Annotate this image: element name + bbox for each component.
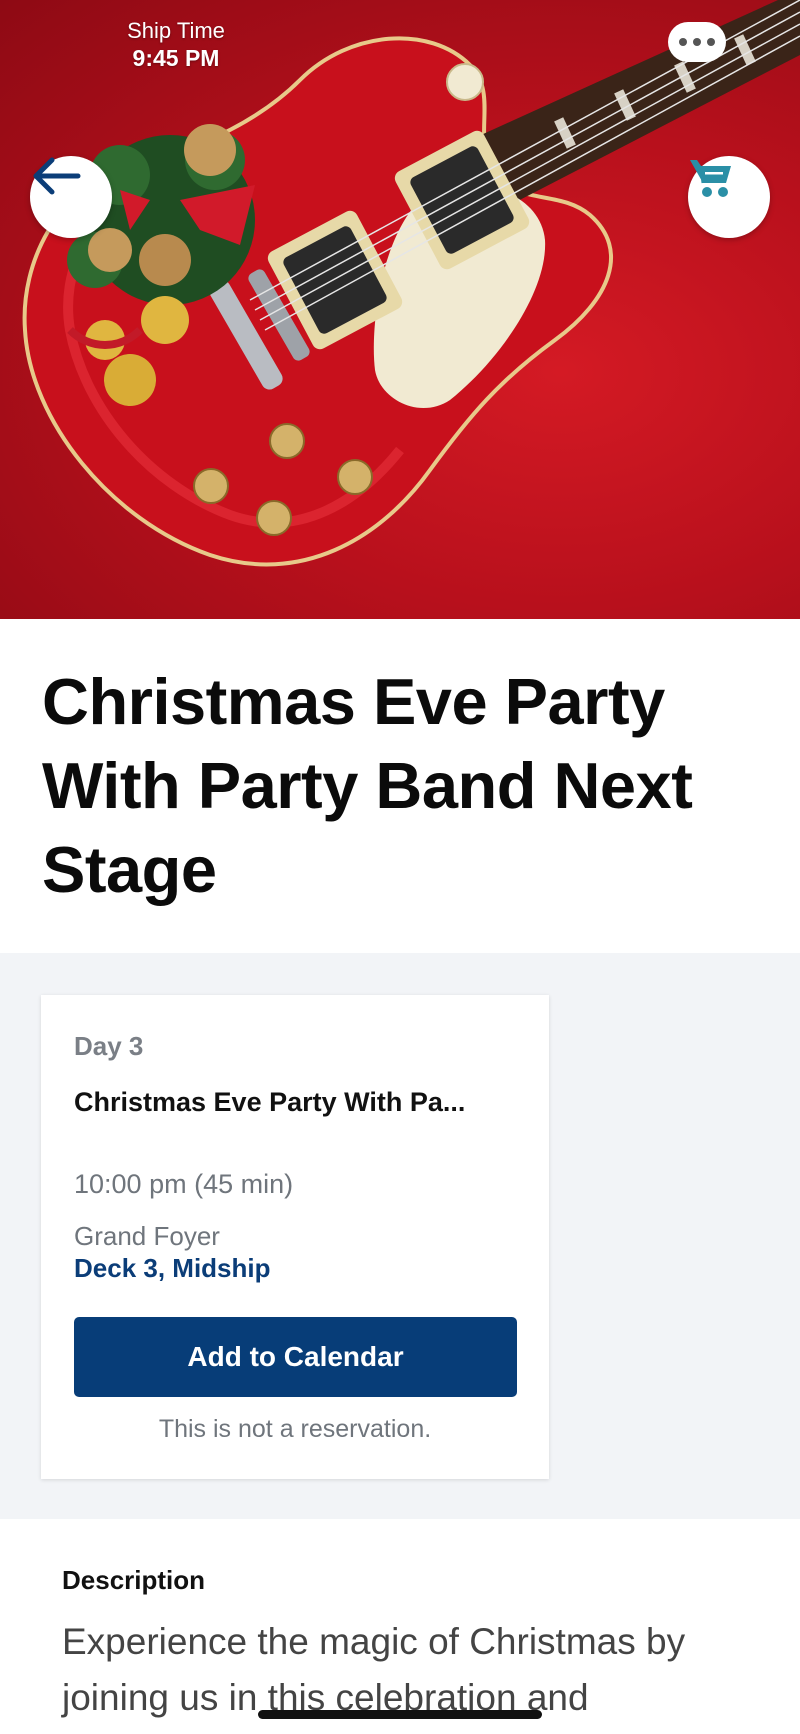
reservation-note: This is not a reservation. <box>158 1415 432 1443</box>
add-to-calendar-button[interactable]: Add to Calendar <box>74 1317 517 1397</box>
event-time: 10:00 pm (45 min) <box>74 1169 294 1199</box>
page-title: Christmas Eve Party With Party Band Next… <box>42 665 693 906</box>
hero-image: Ship Time 9:45 PM <box>0 0 800 619</box>
arrow-left-icon <box>33 157 81 195</box>
back-button[interactable] <box>30 156 112 238</box>
ship-time-value: 9:45 PM <box>132 45 220 71</box>
event-venue: Grand Foyer <box>74 1221 220 1251</box>
ship-time-label: Ship Time <box>127 18 225 43</box>
chat-bubble-icon <box>679 38 715 46</box>
event-name: Christmas Eve Party With Pa... <box>74 1087 466 1117</box>
guitar-illustration <box>22 0 800 567</box>
description-heading: Description <box>62 1565 206 1595</box>
home-indicator <box>258 1710 542 1719</box>
event-card: Day 3 Christmas Eve Party With Pa... 10:… <box>41 995 549 1479</box>
shopping-cart-icon <box>690 160 731 197</box>
chat-button[interactable] <box>668 22 726 62</box>
cart-button[interactable] <box>688 156 770 238</box>
event-day: Day 3 <box>74 1031 144 1061</box>
ship-time: Ship Time 9:45 PM <box>86 18 266 72</box>
deck-location-link[interactable]: Deck 3, Midship <box>74 1253 271 1284</box>
